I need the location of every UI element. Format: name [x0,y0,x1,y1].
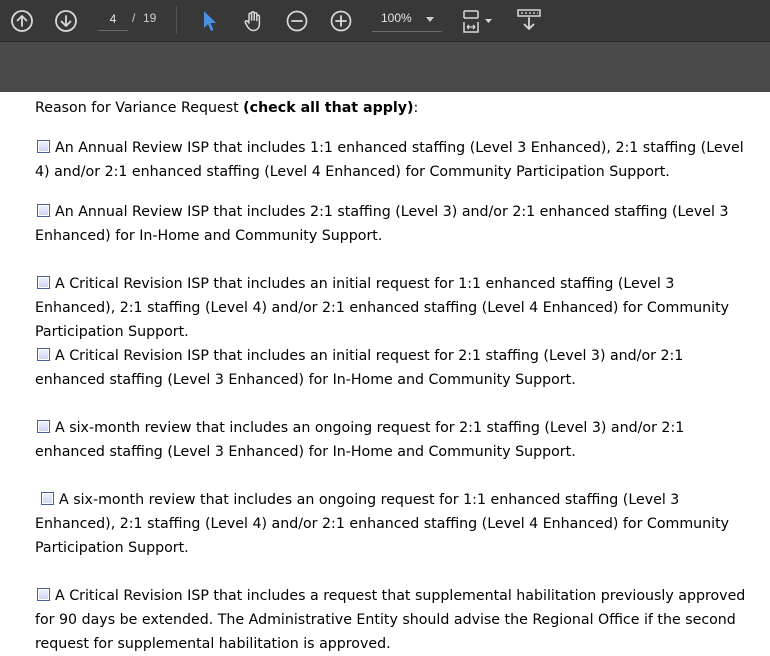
document-page: Reason for Variance Request (check all t… [0,92,770,656]
page-separator: / [132,11,136,25]
heading-bold-text: (check all that apply) [243,100,414,116]
heading-colon: : [413,100,419,116]
list-item: An Annual Review ISP that includes 1:1 e… [35,136,750,184]
list-item: A Critical Revision ISP that includes an… [35,344,750,392]
zoom-select[interactable]: 100% [372,8,442,32]
arrow-down-circle-icon[interactable] [53,8,79,34]
zoom-value: 100% [381,11,412,25]
checkbox[interactable] [37,140,50,153]
toolbar-shadow-band [0,42,770,92]
download-icon[interactable] [515,8,543,34]
item-text-rest: staffing (Level 3 Enhanced) for In-Home … [109,444,576,460]
page-total: 19 [143,11,157,25]
item-text-rest: Enhanced) for In-Home and Community Supp… [35,228,383,244]
page-number-input[interactable] [98,8,128,31]
item-text-rest: and/or 2:1 enhanced staffing (Level 4 En… [54,164,670,180]
checkbox[interactable] [37,204,50,217]
item-text-rest: 90 days be extended. The Administrative … [35,612,736,652]
list-item: A six-month review that includes an ongo… [35,416,750,464]
item-text-rest: 2:1 staffing (Level 4) and/or 2:1 enhanc… [35,516,730,556]
list-item: A Critical Revision ISP that includes an… [35,272,750,344]
page-fit-icon[interactable] [460,8,496,34]
checkbox[interactable] [37,348,50,361]
zoom-out-icon[interactable] [284,8,310,34]
hand-tool-icon[interactable] [240,8,266,34]
select-cursor-icon[interactable] [196,8,222,34]
list-item: An Annual Review ISP that includes 2:1 s… [35,200,750,248]
heading-text: Reason for Variance Request [35,100,244,116]
checkbox[interactable] [41,492,54,505]
item-text-rest: staffing (Level 3 Enhanced) for In-Home … [109,372,576,388]
chevron-down-icon [426,17,434,22]
arrow-up-circle-icon[interactable] [9,8,35,34]
list-item: A Critical Revision ISP that includes a … [35,584,747,656]
item-text-line1: An Annual Review ISP that includes 2:1 s… [55,204,729,220]
checkbox[interactable] [37,588,50,601]
section-heading: Reason for Variance Request (check all t… [35,96,418,120]
checkbox[interactable] [37,420,50,433]
toolbar-divider [176,6,177,34]
zoom-in-icon[interactable] [328,8,354,34]
pdf-toolbar: / 19 100% [0,0,770,42]
checkbox[interactable] [37,276,50,289]
list-item: A six-month review that includes an ongo… [35,488,735,560]
